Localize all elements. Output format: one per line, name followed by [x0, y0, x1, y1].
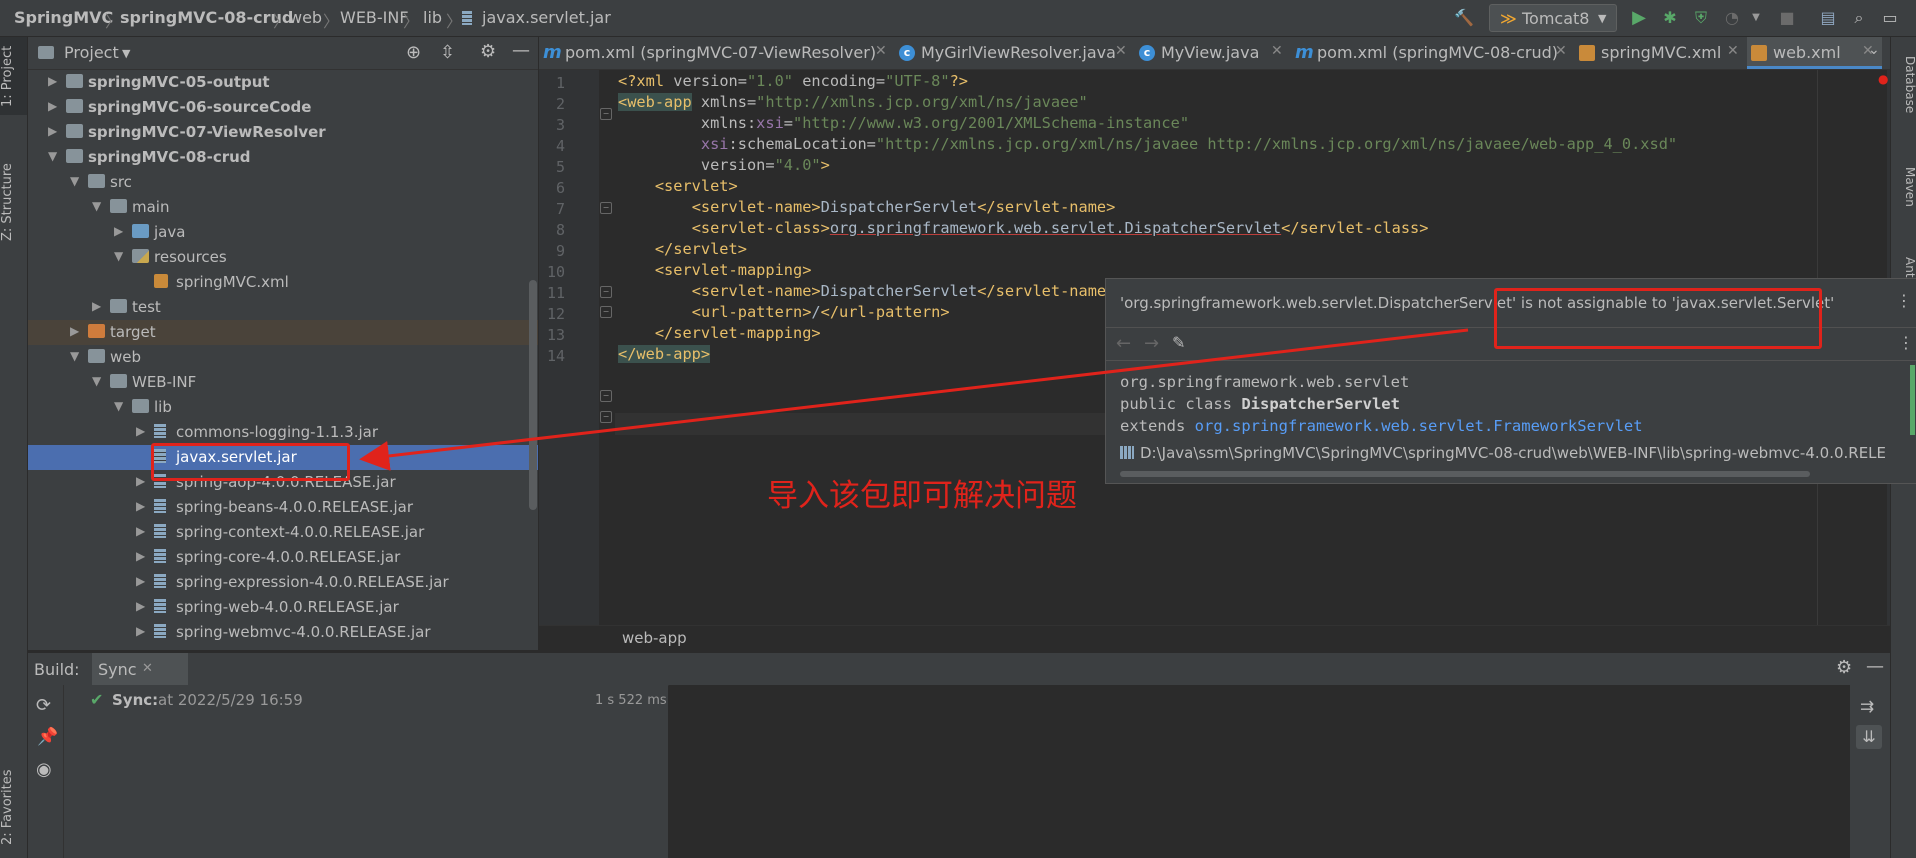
build-duration: 1 s 522 ms: [595, 693, 667, 708]
build-right-toolbar: ⇉ ⇊: [1850, 685, 1890, 858]
build-status-row[interactable]: ✔ Sync: at 2022/5/29 16:59 1 s 522 ms: [64, 689, 668, 713]
build-tool-header: Build: Sync ✕ ⚙ —: [28, 652, 1890, 686]
checkmark-icon: ✔: [90, 690, 104, 709]
gear-icon[interactable]: ⚙: [1836, 657, 1852, 678]
refresh-icon[interactable]: ⟳: [36, 695, 51, 716]
annotation-text: 导入该包即可解决问题: [767, 478, 1077, 514]
build-tree: ✔ Sync: at 2022/5/29 16:59 1 s 522 ms: [64, 685, 668, 858]
build-status-time: at 2022/5/29 16:59: [158, 691, 303, 709]
pin-icon[interactable]: 📌: [37, 727, 58, 747]
build-tab-label: Sync: [98, 660, 137, 679]
build-output-console[interactable]: [669, 685, 1850, 858]
scroll-to-end-icon[interactable]: ⇊: [1856, 725, 1882, 749]
soft-wrap-icon[interactable]: ⇉: [1860, 697, 1874, 717]
build-status-label: Sync:: [112, 691, 159, 709]
build-side-toolbar: ⟳ 📌 ◉: [28, 685, 64, 858]
build-tab-sync[interactable]: Sync ✕: [92, 653, 188, 685]
minimize-icon[interactable]: —: [1866, 656, 1884, 677]
build-title: Build:: [34, 660, 80, 679]
close-icon[interactable]: ✕: [142, 661, 153, 676]
eye-icon[interactable]: ◉: [36, 759, 52, 780]
